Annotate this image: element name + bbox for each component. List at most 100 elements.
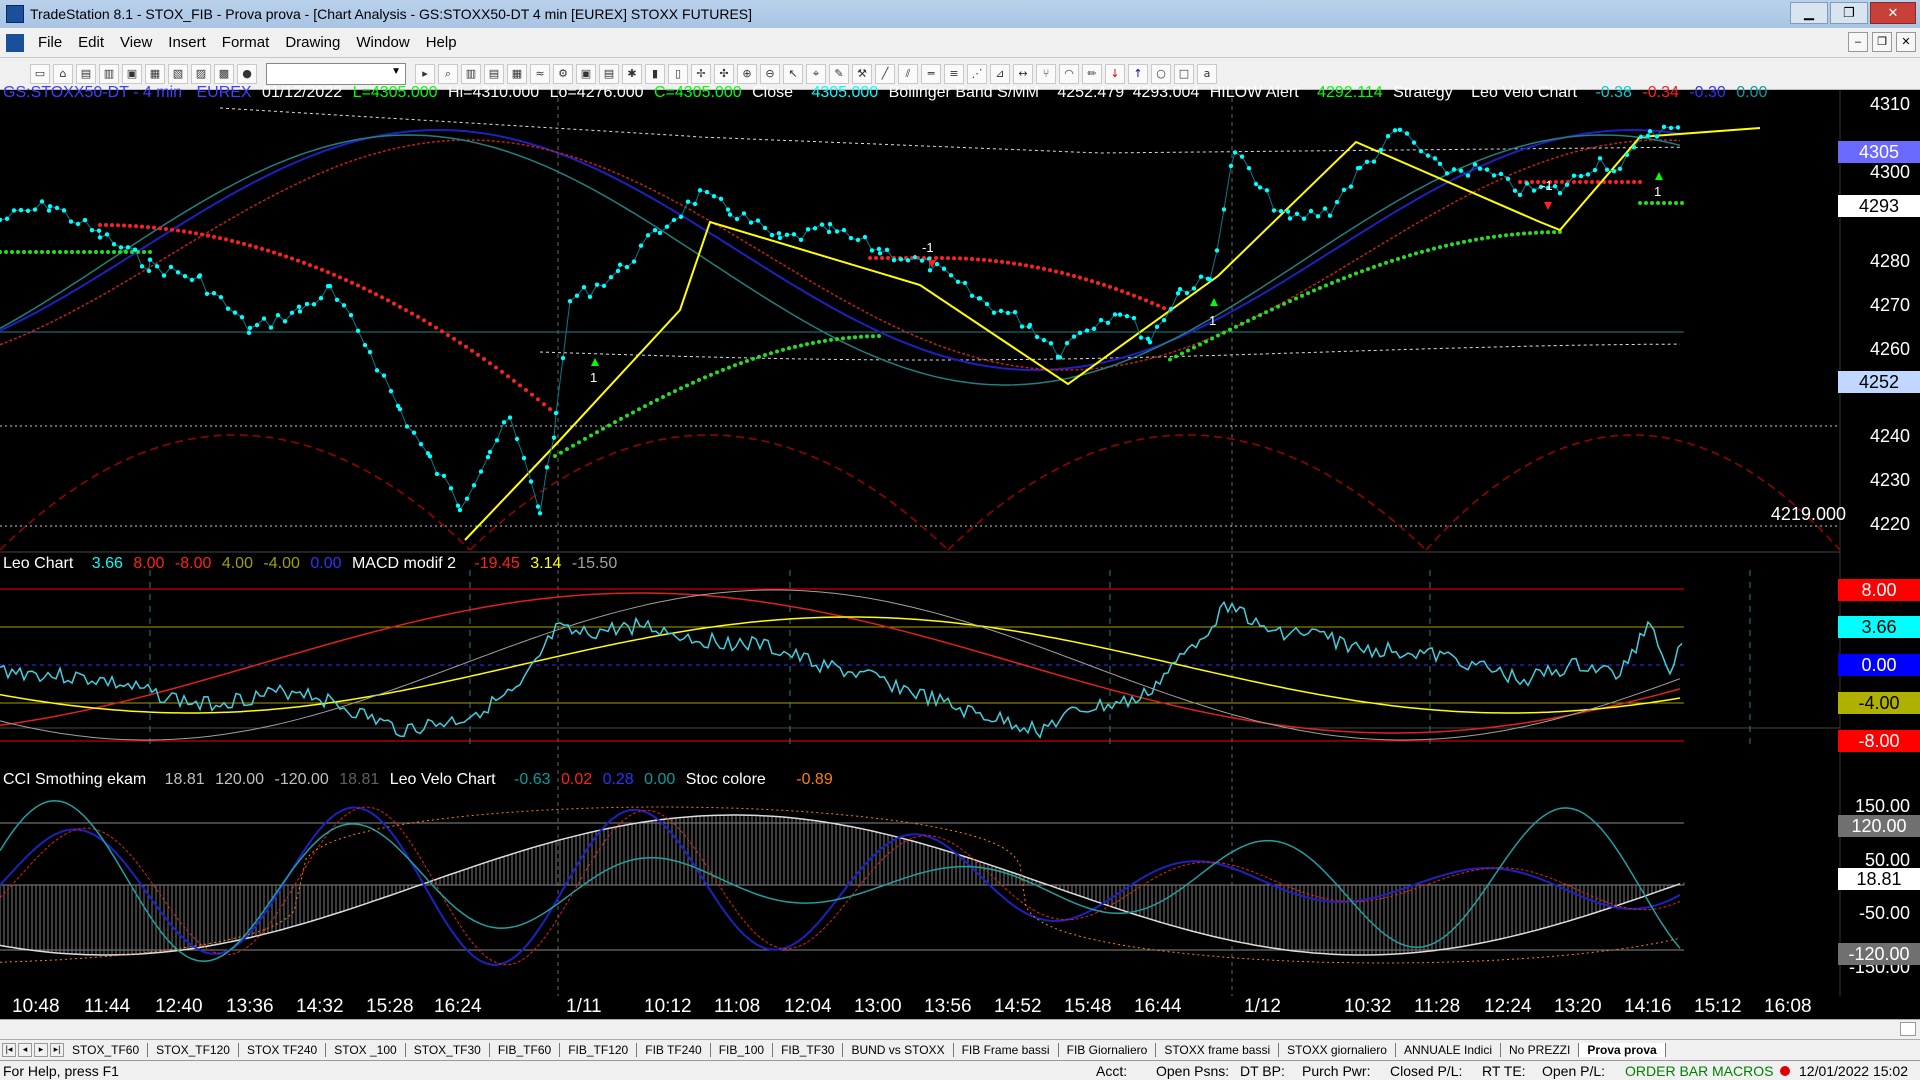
tab-no-prezzi[interactable]: No PREZZI [1501,1043,1580,1057]
symbol-lookup-icon[interactable]: ⌕ [438,63,458,84]
price-dot [1668,125,1674,131]
tab-fib-100[interactable]: FIB_100 [711,1043,774,1057]
connection-icon[interactable]: ● [237,63,257,84]
rectangle-icon[interactable]: □ [1174,63,1194,84]
channel-icon[interactable]: ⫽ [898,63,918,84]
save-icon[interactable]: ▣ [122,63,142,84]
gann-fan-icon[interactable]: ⋰ [967,63,987,84]
mdi-restore-button[interactable]: ❐ [1872,32,1892,52]
insert-strategy-icon[interactable]: ✣ [714,63,734,84]
menu-insert[interactable]: Insert [160,34,214,51]
menu-help[interactable]: Help [418,34,465,51]
volume-icon[interactable]: ▯ [668,63,688,84]
go-arrow-icon[interactable]: ▸ [415,63,435,84]
chart-analysis-window[interactable]: GS:STOXX50-DT - 4 min EUREX 01/12/2022 L… [0,84,1920,1019]
menu-format[interactable]: Format [214,34,278,51]
price-dot [1624,152,1630,158]
pointer-icon[interactable]: ↖ [783,63,803,84]
drawing-tools-icon[interactable]: ✎ [829,63,849,84]
chart-canvas[interactable] [0,90,1920,996]
tab-prev-icon[interactable]: ◂ [18,1043,32,1057]
format-icon[interactable]: ⚒ [852,63,872,84]
trail-stop-dot [655,397,659,402]
zoom-in-icon[interactable]: ⊕ [737,63,757,84]
text-icon[interactable]: a [1197,63,1217,84]
fib-icon[interactable]: ≡ [944,63,964,84]
open-workspace-icon[interactable]: ▥ [99,63,119,84]
menu-window[interactable]: Window [348,34,417,51]
chart-window-icon[interactable] [6,33,24,52]
maximize-button[interactable]: ❐ [1830,2,1868,24]
menu-edit[interactable]: Edit [70,34,112,51]
status-order-bar[interactable]: ORDER BAR [1625,1063,1708,1079]
tab-stox-tf60[interactable]: STOX_TF60 [64,1043,149,1057]
trail-stop-dot [158,226,162,231]
tab-stoxx-giornaliero[interactable]: STOXX giornaliero [1279,1043,1396,1057]
tab-annuale-indici[interactable]: ANNUALE Indici [1396,1043,1501,1057]
price-dot [1592,167,1598,173]
speed-lines-icon[interactable]: ⊿ [990,63,1010,84]
scroll-thumb[interactable] [1900,1022,1916,1036]
tab-fib-tf120[interactable]: FIB_TF120 [560,1043,638,1057]
trail-stop-dot [1102,282,1106,287]
andrews-pitchfork-icon[interactable]: ⑂ [1036,63,1056,84]
bar-chart-icon[interactable]: ▮ [645,63,665,84]
options-icon[interactable]: ⚙ [553,63,573,84]
tab-stox-tf240[interactable]: STOX TF240 [239,1043,327,1057]
print-preview-icon[interactable]: ▧ [168,63,188,84]
save-workspace-icon[interactable]: ▩ [214,63,234,84]
tab-fib-tf240[interactable]: FIB TF240 [637,1043,711,1057]
mdi-close-button[interactable]: ✕ [1896,32,1916,52]
tab-stox-tf30[interactable]: STOX_TF30 [406,1043,490,1057]
ellipse-icon[interactable]: ○ [1151,63,1171,84]
status-macros[interactable]: MACROS [1712,1063,1773,1079]
open-icon[interactable]: ⌂ [53,63,73,84]
matrix-icon[interactable]: ▦ [507,63,527,84]
tab-stox-100[interactable]: STOX _100 [326,1043,406,1057]
new-icon[interactable]: ▭ [30,63,50,84]
tab-fib-tf30[interactable]: FIB_TF30 [773,1043,844,1057]
arc-icon[interactable]: ◠ [1059,63,1079,84]
horizontal-line-icon[interactable]: ═ [921,63,941,84]
data-tip-icon[interactable]: ⌖ [806,63,826,84]
tab-bund-vs-stoxx[interactable]: BUND vs STOXX [843,1043,954,1057]
tab-fib-giornaliero[interactable]: FIB Giornaliero [1059,1043,1157,1057]
tab-first-icon[interactable]: |◂ [2,1043,16,1057]
new-workspace-icon[interactable]: ▤ [76,63,96,84]
mdi-minimize-button[interactable]: – [1848,32,1868,52]
zoom-out-icon[interactable]: ⊖ [760,63,780,84]
radar-icon[interactable]: ▤ [484,63,504,84]
tradestation-app-icon[interactable] [6,5,24,23]
trail-stop-dot [1366,267,1370,272]
news-icon[interactable]: ▣ [576,63,596,84]
price-dot [367,349,373,355]
chart-icon[interactable]: ▥ [461,63,481,84]
minimize-button[interactable]: ▁ [1790,2,1828,24]
trail-stop-dot [242,241,246,246]
tab-last-icon[interactable]: ▸| [50,1043,64,1057]
trail-stop-dot [1420,249,1424,254]
menu-drawing[interactable]: Drawing [277,34,348,51]
close-button[interactable]: ✕ [1870,2,1916,24]
hot-list-icon[interactable]: ✱ [622,63,642,84]
symbol-dropdown[interactable] [266,62,406,85]
trendline-icon[interactable]: ╱ [875,63,895,84]
arrow-icon[interactable]: ↔ [1013,63,1033,84]
pencil-icon[interactable]: ✏ [1082,63,1102,84]
tab-stox-tf120[interactable]: STOX_TF120 [148,1043,239,1057]
print-icon[interactable]: ▦ [145,63,165,84]
tab-fib-tf60[interactable]: FIB_TF60 [490,1043,561,1057]
tab-next-icon[interactable]: ▸ [34,1043,48,1057]
menu-file[interactable]: File [30,34,70,51]
lock-icon[interactable]: ▨ [191,63,211,84]
market-depth-icon[interactable]: ▤ [599,63,619,84]
up-arrow-icon[interactable]: ↑ [1128,63,1148,84]
down-arrow-icon[interactable]: ↓ [1105,63,1125,84]
menu-view[interactable]: View [112,34,160,51]
insert-analysis-icon[interactable]: ✢ [691,63,711,84]
horizontal-scrollbar[interactable] [0,1019,1920,1039]
tab-prova-prova[interactable]: Prova prova [1579,1043,1666,1057]
scanner-icon[interactable]: ≈ [530,63,550,84]
tab-stoxx-frame-bassi[interactable]: STOXX frame bassi [1156,1043,1280,1057]
tab-fib-frame-bassi[interactable]: FIB Frame bassi [954,1043,1059,1057]
